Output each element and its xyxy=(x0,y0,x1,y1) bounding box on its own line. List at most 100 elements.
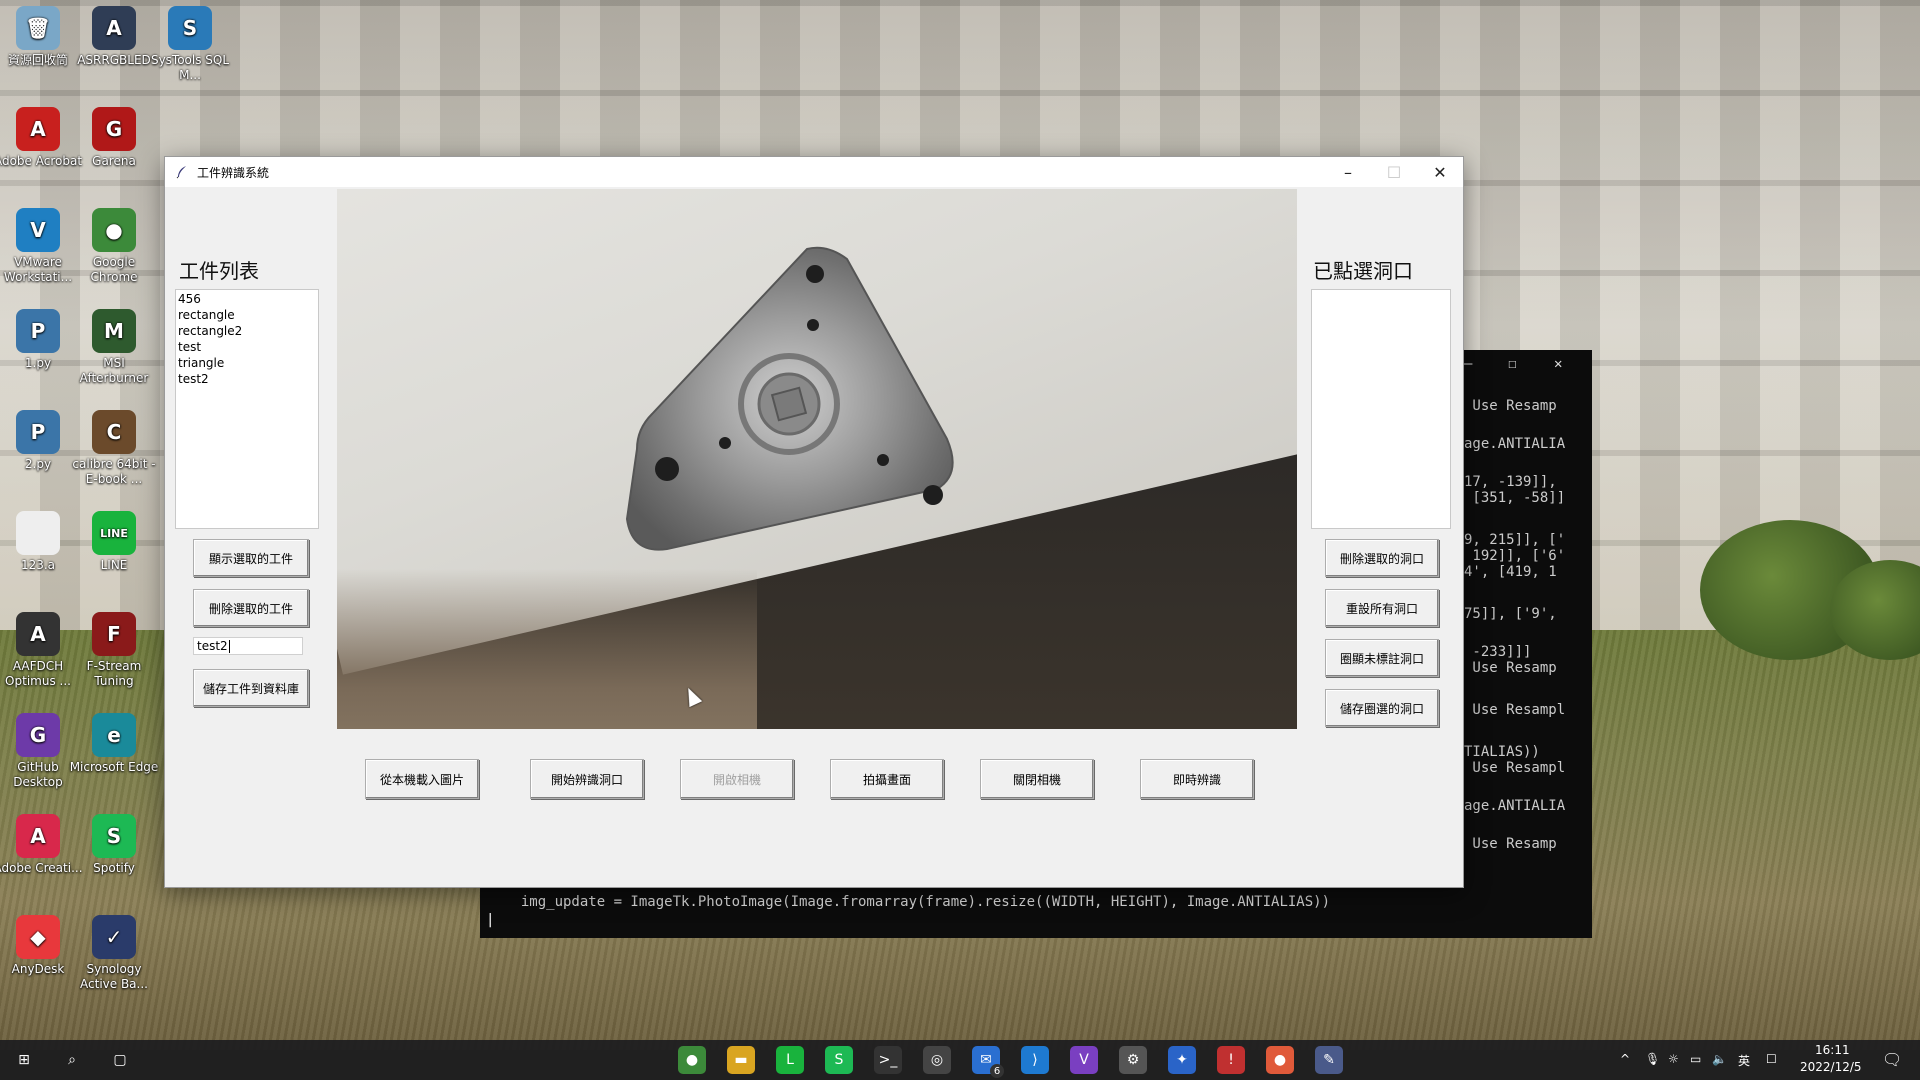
pin-app-icon[interactable]: ! xyxy=(1217,1046,1245,1074)
desktop-icon-label: MSI Afterburner xyxy=(79,356,149,385)
app-icon: F xyxy=(92,612,136,656)
terminal-titlebar[interactable]: – ☐ ✕ xyxy=(1452,350,1592,380)
part-name-value: test2 xyxy=(197,639,228,653)
clock-date[interactable]: 2022/12/5 xyxy=(1800,1060,1862,1074)
start-detect-button[interactable]: 開始辨識洞口 xyxy=(530,759,644,799)
ime-indicator[interactable]: 英 xyxy=(1738,1052,1750,1069)
terminal-line: Use Resampl xyxy=(1464,702,1566,718)
minimize-icon[interactable]: – xyxy=(1464,356,1472,372)
minimize-button[interactable]: – xyxy=(1325,157,1371,187)
desktop-icon[interactable]: ✓ Synology Active Ba... xyxy=(68,915,160,992)
selected-holes-listbox[interactable] xyxy=(1311,289,1451,529)
app-window[interactable]: 工件辨識系統 – ☐ ✕ 工件列表 456 rectangle rectangle2… xyxy=(164,156,1464,888)
camera-view[interactable] xyxy=(337,189,1297,729)
close-icon[interactable]: ✕ xyxy=(1554,356,1562,372)
part-list-item[interactable]: test xyxy=(178,339,316,355)
part-name-input[interactable]: test2 xyxy=(193,637,303,655)
mail-icon[interactable]: ✉ 6 xyxy=(972,1046,1004,1078)
terminal-line: age.ANTIALIA xyxy=(1464,436,1566,452)
save-circled-holes-button[interactable]: 儲存圈選的洞口 xyxy=(1325,689,1439,727)
desktop-icon[interactable]: S Spotify xyxy=(68,814,160,876)
close-icon: ✕ xyxy=(1433,162,1447,182)
task-view-icon[interactable]: ▢ xyxy=(106,1046,134,1074)
text-caret xyxy=(228,639,230,653)
maximize-icon[interactable]: ☐ xyxy=(1508,356,1516,372)
windows-start-icon[interactable]: ⊞ xyxy=(10,1046,38,1074)
terminal-line: Use Resamp xyxy=(1464,660,1557,676)
close-button[interactable]: ✕ xyxy=(1417,157,1463,187)
chatgpt-icon[interactable]: ◎ xyxy=(923,1046,951,1074)
notification-icon[interactable]: ☐ xyxy=(1766,1052,1777,1066)
volume-icon[interactable]: 🔈 xyxy=(1712,1052,1727,1066)
terminal-code-line: img_update = ImageTk.PhotoImage(Image.fr… xyxy=(504,894,1331,910)
action-center-icon[interactable]: 🗨 xyxy=(1882,1050,1902,1069)
part-list-item[interactable]: triangle xyxy=(178,355,316,371)
titlebar[interactable]: 工件辨識系統 – ☐ ✕ xyxy=(165,157,1463,187)
terminal-line: 9, 215]], [' xyxy=(1464,532,1566,548)
maximize-button[interactable]: ☐ xyxy=(1371,157,1417,187)
color-app-icon[interactable]: ● xyxy=(1266,1046,1294,1074)
line-icon[interactable]: L xyxy=(776,1046,804,1074)
desktop-icon[interactable]: Ccalibre 64bit - E-book ... xyxy=(68,410,160,487)
desktop-icon[interactable]: ● Google Chrome xyxy=(68,208,160,285)
mail-badge: 6 xyxy=(990,1064,1004,1078)
chrome-icon[interactable]: ● xyxy=(678,1046,706,1074)
desktop-icon[interactable]: G Garena xyxy=(68,107,160,169)
app-icon: A xyxy=(16,612,60,656)
terminal-line: age.ANTIALIA xyxy=(1464,798,1566,814)
part-list-item[interactable]: rectangle xyxy=(178,307,316,323)
app-icon: V xyxy=(16,208,60,252)
app-icon: ◆ xyxy=(16,915,60,959)
desktop-icon-label: LINE xyxy=(100,558,128,572)
desktop-icon[interactable]: e Microsoft Edge xyxy=(68,713,160,775)
part-list-item[interactable]: test2 xyxy=(178,371,316,387)
terminal-line: Use Resamp xyxy=(1464,836,1557,852)
circle-unlabeled-holes-button[interactable]: 圈顯未標註洞口 xyxy=(1325,639,1439,677)
desktop-icon-label: Garena xyxy=(92,154,136,168)
delete-selected-part-button[interactable]: 刪除選取的工件 xyxy=(193,589,309,627)
bluetooth-app-icon[interactable]: ✦ xyxy=(1168,1046,1196,1074)
save-part-to-db-button[interactable]: 儲存工件到資料庫 xyxy=(193,669,309,707)
app-icon: P xyxy=(16,410,60,454)
app-icon: LINE xyxy=(92,511,136,555)
reset-all-holes-button[interactable]: 重設所有洞口 xyxy=(1325,589,1439,627)
network-icon[interactable]: ▭ xyxy=(1690,1052,1701,1066)
app-icon: M xyxy=(92,309,136,353)
selected-holes-heading: 已點選洞口 xyxy=(1313,259,1413,283)
app-icon: G xyxy=(16,713,60,757)
app-content: 工件列表 456 rectangle rectangle2 test triangle t… xyxy=(165,187,1463,887)
app-icon: S xyxy=(168,6,212,50)
terminal-line: 192]], ['6' xyxy=(1464,548,1566,564)
clock-time[interactable]: 16:11 xyxy=(1815,1043,1850,1057)
capture-button[interactable]: 拍攝畫面 xyxy=(830,759,944,799)
part-listbox[interactable]: 456 rectangle rectangle2 test triangle test2 xyxy=(175,289,319,529)
desktop-icon[interactable]: M MSI Afterburner xyxy=(68,309,160,386)
terminal-line: 75]], ['9', xyxy=(1464,606,1557,622)
vscode-icon[interactable]: ⟩ xyxy=(1021,1046,1049,1074)
part-list-item[interactable]: 456 xyxy=(178,291,316,307)
terminal-line: 4', [419, 1 xyxy=(1464,564,1557,580)
app-icon: S xyxy=(92,814,136,858)
open-camera-button[interactable]: 開啟相機 xyxy=(680,759,794,799)
brightness-icon[interactable]: ☼ xyxy=(1668,1052,1679,1066)
desktop-icon[interactable]: S SysTools SQL M... xyxy=(144,6,236,83)
delete-selected-hole-button[interactable]: 刪除選取的洞口 xyxy=(1325,539,1439,577)
show-selected-part-button[interactable]: 顯示選取的工件 xyxy=(193,539,309,577)
desktop-icon[interactable]: F F-Stream Tuning xyxy=(68,612,160,689)
microphone-icon[interactable]: 🎙 xyxy=(1645,1052,1660,1066)
desktop-icon[interactable]: LINE LINE xyxy=(68,511,160,573)
desktop-icon-label: F-Stream Tuning xyxy=(86,659,142,688)
realtime-detect-button[interactable]: 即時辨識 xyxy=(1140,759,1254,799)
part-list-item[interactable]: rectangle2 xyxy=(178,323,316,339)
settings-icon[interactable]: ⚙ xyxy=(1119,1046,1147,1074)
terminal-line: Use Resampl xyxy=(1464,760,1566,776)
terminal-icon[interactable]: >_ xyxy=(874,1046,902,1074)
close-camera-button[interactable]: 關閉相機 xyxy=(980,759,1094,799)
load-image-button[interactable]: 從本機載入圖片 xyxy=(365,759,479,799)
visual-studio-icon[interactable]: V xyxy=(1070,1046,1098,1074)
python-feather-icon[interactable]: ✎ xyxy=(1315,1046,1343,1074)
explorer-icon[interactable]: ▬ xyxy=(727,1046,755,1074)
search-icon[interactable]: ⌕ xyxy=(58,1046,86,1074)
tray-chevron-icon[interactable]: ^ xyxy=(1620,1052,1630,1066)
spotify-icon[interactable]: S xyxy=(825,1046,853,1074)
